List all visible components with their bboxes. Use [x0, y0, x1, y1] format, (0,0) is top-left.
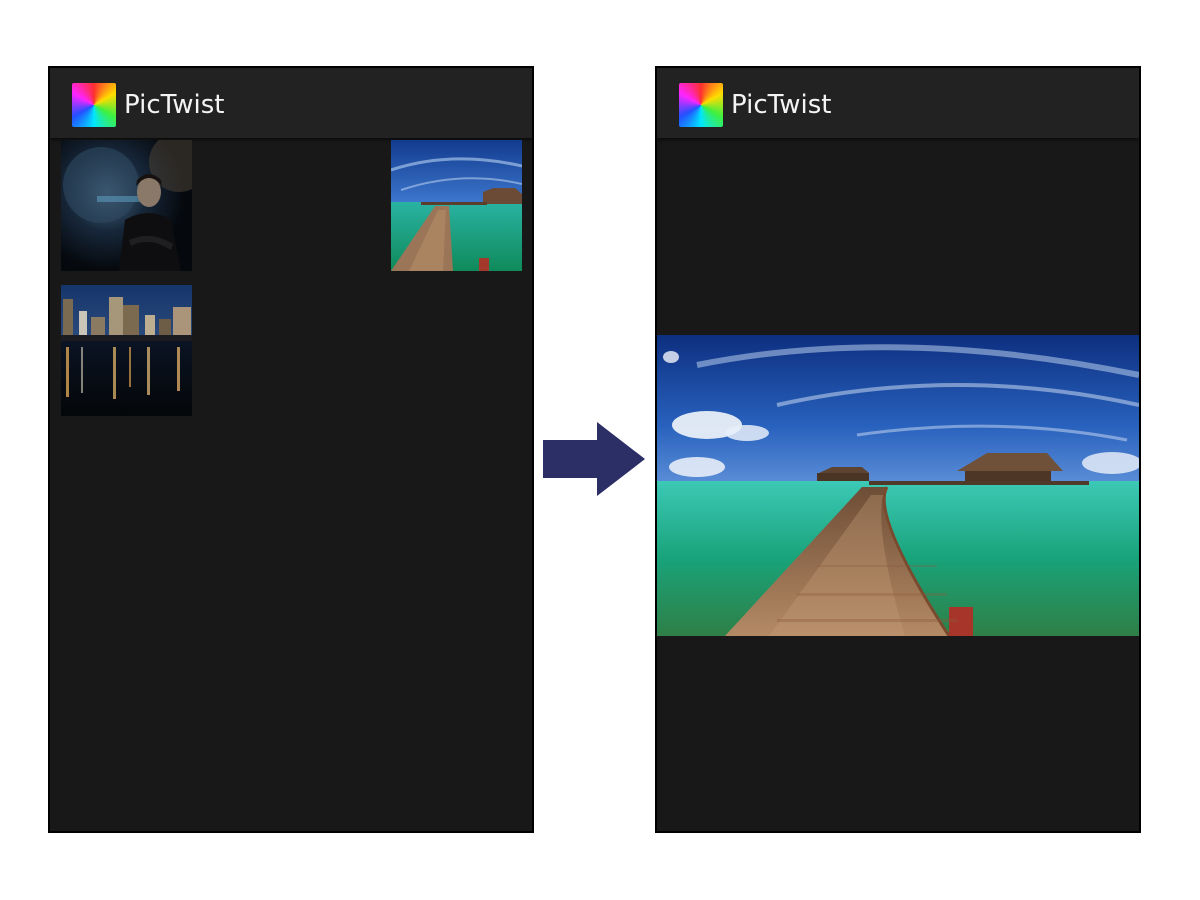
- swirl-icon: [72, 83, 116, 127]
- thumbnail-beach-boardwalk-photo[interactable]: [391, 140, 522, 271]
- image-view-screen: PicTwist: [655, 66, 1141, 833]
- gallery-screen: PicTwist: [48, 66, 534, 833]
- app-bar: PicTwist: [50, 68, 532, 138]
- thumbnail-city-night-photo[interactable]: [61, 285, 192, 416]
- app-title: PicTwist: [124, 90, 225, 120]
- app-title: PicTwist: [731, 90, 832, 120]
- thumbnail-portrait-photo[interactable]: [61, 140, 192, 271]
- right-arrow-icon: [543, 422, 645, 496]
- swirl-icon: [679, 83, 723, 127]
- full-image-beach-boardwalk-photo[interactable]: [657, 335, 1139, 636]
- app-bar: PicTwist: [657, 68, 1139, 138]
